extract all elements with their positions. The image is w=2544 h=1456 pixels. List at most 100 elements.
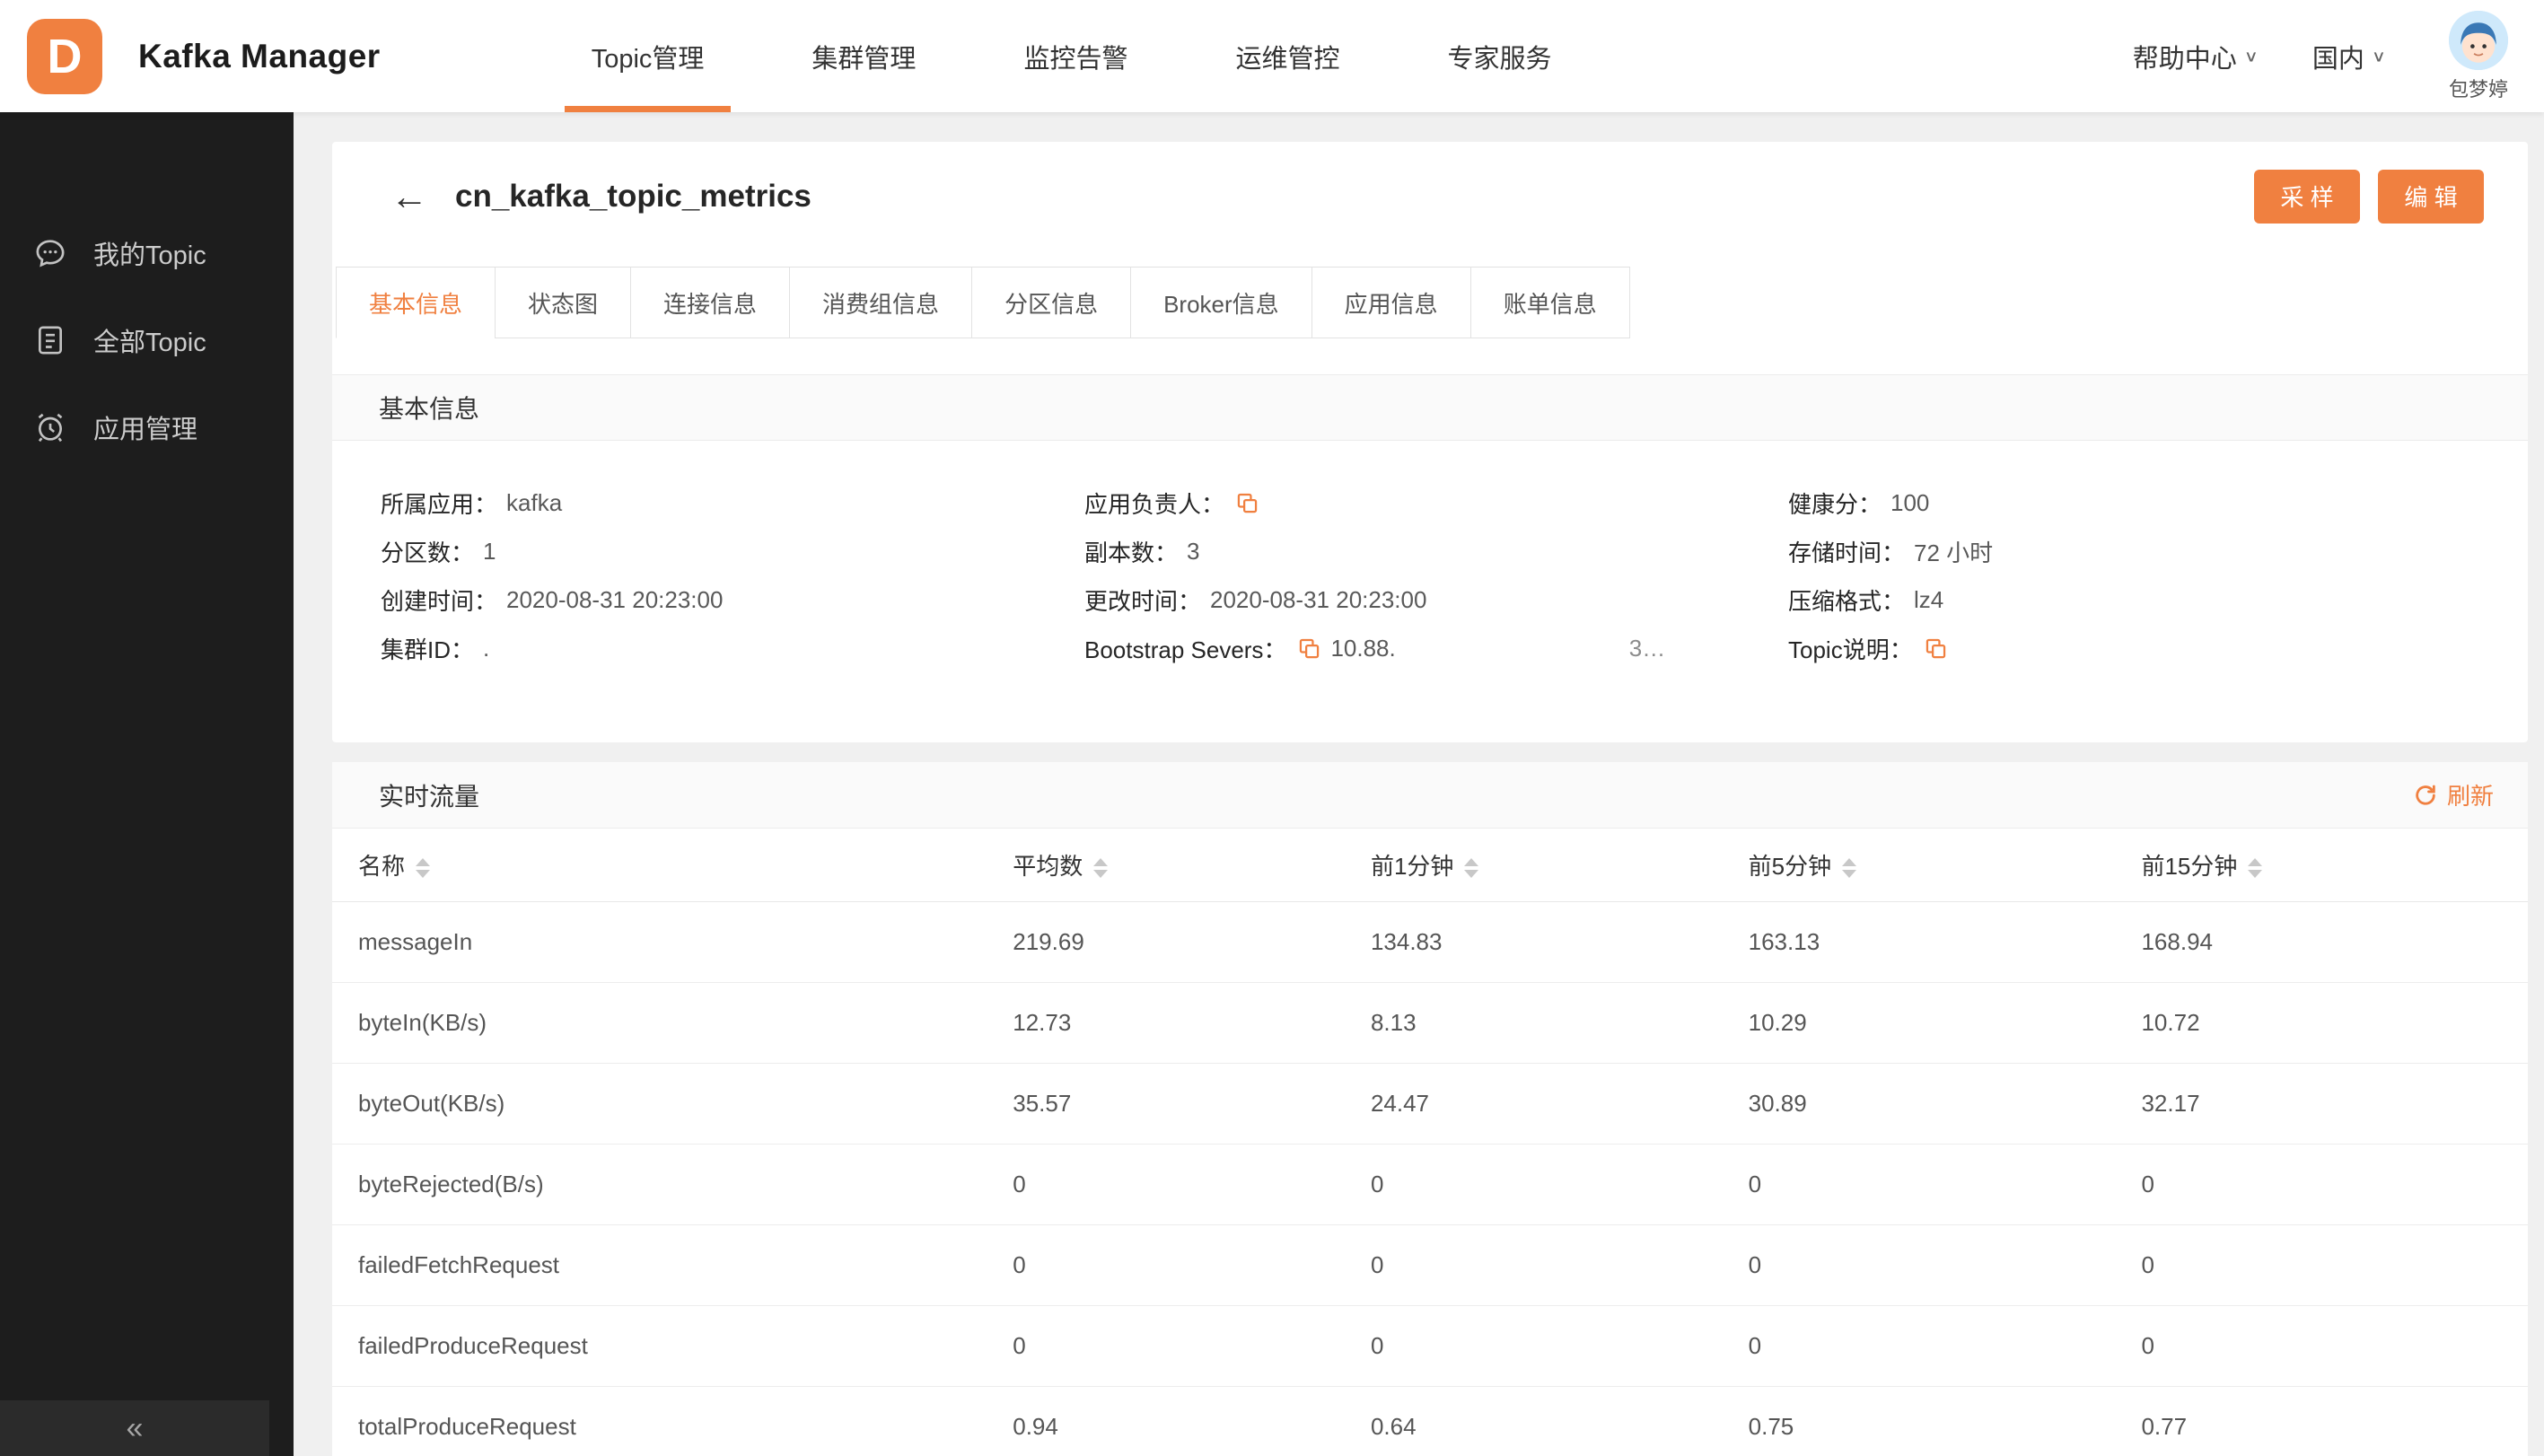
table-cell: byteOut(KB/s) xyxy=(332,1063,1013,1145)
region-label: 国内 xyxy=(2312,44,2364,74)
sidebar-items: 我的Topic 全部Topic 应用管理 xyxy=(0,112,294,470)
table-cell: 0 xyxy=(1748,1305,2142,1387)
info-field-value: 3 xyxy=(1187,537,1200,565)
info-field-value: 100 xyxy=(1890,488,1930,516)
info-field-label: 集群ID： xyxy=(381,636,475,663)
table-cell: 0 xyxy=(1013,1224,1371,1306)
sidebar-item[interactable]: 全部Topic xyxy=(0,296,294,383)
sort-icon[interactable] xyxy=(416,857,431,878)
refresh-button[interactable]: 刷新 xyxy=(2413,778,2494,811)
table-cell: 0.77 xyxy=(2141,1386,2528,1456)
help-center-menu[interactable]: 帮助中心 ∨ xyxy=(2133,38,2259,75)
sidebar-item[interactable]: 应用管理 xyxy=(0,383,294,470)
sidebar-item-label: 应用管理 xyxy=(93,415,198,444)
info-field-value: 2020-08-31 20:23:00 xyxy=(1210,585,1427,613)
chevron-down-icon: ∨ xyxy=(2371,47,2386,66)
info-field-label: 应用负责人： xyxy=(1084,490,1225,518)
copy-icon[interactable] xyxy=(1924,636,1948,661)
column-header: 平均数 xyxy=(1013,829,1371,902)
avatar[interactable] xyxy=(2448,10,2508,70)
topic-detail-card: ← cn_kafka_topic_metrics 采 样 编 辑 基本信息 状态图… xyxy=(332,142,2528,742)
table-cell: 10.72 xyxy=(2141,982,2528,1064)
refresh-label: 刷新 xyxy=(2446,783,2494,810)
table-cell: 0.94 xyxy=(1013,1386,1371,1456)
edit-button[interactable]: 编 辑 xyxy=(2378,169,2484,224)
chat-icon xyxy=(32,235,68,271)
sort-icon[interactable] xyxy=(1464,857,1479,878)
nav-item[interactable]: 运维管控 xyxy=(1181,0,1393,112)
refresh-icon xyxy=(2416,785,2435,805)
table-cell: 0 xyxy=(1370,1305,1749,1387)
sidebar-collapse-toggle[interactable]: « xyxy=(0,1400,269,1456)
sample-button[interactable]: 采 样 xyxy=(2254,169,2360,224)
info-field-label: 副本数： xyxy=(1084,539,1179,566)
doc-icon xyxy=(32,322,68,358)
info-field-value: lz4 xyxy=(1914,585,1944,613)
column-header: 名称 xyxy=(332,829,1013,902)
table-cell: 0.75 xyxy=(1748,1386,2142,1456)
table-row: messageIn 219.69 134.83 163.13 168.94 xyxy=(332,901,2528,983)
copy-icon[interactable] xyxy=(1297,636,1321,661)
table-cell: 24.47 xyxy=(1370,1063,1749,1145)
table-row: byteIn(KB/s) 12.73 8.13 10.29 10.72 xyxy=(332,982,2528,1064)
nav-item[interactable]: 监控告警 xyxy=(969,0,1181,112)
info-field-label: 存储时间： xyxy=(1788,539,1906,566)
table-cell: 0 xyxy=(1370,1224,1749,1306)
table-cell: 0 xyxy=(2141,1305,2528,1387)
info-field: Bootstrap Severs： 10.88. 3… xyxy=(1084,632,1788,665)
region-select[interactable]: 国内 ∨ xyxy=(2312,38,2386,75)
tab-状态图[interactable]: 状态图 xyxy=(495,267,632,338)
table-row: failedFetchRequest 0 0 0 0 xyxy=(332,1224,2528,1306)
table-cell: 219.69 xyxy=(1013,901,1371,983)
tab-消费组信息[interactable]: 消费组信息 xyxy=(789,267,973,338)
page-title: cn_kafka_topic_metrics xyxy=(455,178,811,214)
user-menu[interactable]: 包梦婷 xyxy=(2448,10,2508,102)
sort-icon[interactable] xyxy=(1842,857,1857,878)
table-cell: failedProduceRequest xyxy=(332,1305,1013,1387)
table-cell: 32.17 xyxy=(2141,1063,2528,1145)
sort-icon[interactable] xyxy=(1093,857,1109,878)
metrics-table-body: messageIn 219.69 134.83 163.13 168.94 byteIn(… xyxy=(332,901,2528,1456)
tab-账单信息[interactable]: 账单信息 xyxy=(1469,267,1630,338)
copy-icon[interactable] xyxy=(1235,491,1259,515)
table-cell: 0 xyxy=(2141,1224,2528,1306)
info-field-label: 健康分： xyxy=(1788,490,1882,518)
basic-info-section-title: 基本信息 xyxy=(379,395,480,423)
table-cell: byteRejected(B/s) xyxy=(332,1144,1013,1225)
table-cell: 30.89 xyxy=(1748,1063,2142,1145)
table-cell: 163.13 xyxy=(1748,901,2142,983)
top-header: D Kafka Manager Topic管理 集群管理 监控告警 运维管控 专家服务 … xyxy=(0,0,2544,112)
table-cell: totalProduceRequest xyxy=(332,1386,1013,1456)
sidebar-item[interactable]: 我的Topic xyxy=(0,209,294,296)
table-cell: 10.29 xyxy=(1748,982,2142,1064)
nav-item[interactable]: 集群管理 xyxy=(758,0,969,112)
detail-tabs: 基本信息 状态图 连接信息 消费组信息 分区信息 Broker信息 应用信息 账单信息 xyxy=(332,267,2528,338)
tab-应用信息[interactable]: 应用信息 xyxy=(1311,267,1471,338)
chevron-down-icon: ∨ xyxy=(2243,47,2259,66)
column-header: 前15分钟 xyxy=(2141,829,2528,902)
table-cell: 0.64 xyxy=(1370,1386,1749,1456)
alarm-icon xyxy=(32,409,68,445)
realtime-section-title: 实时流量 xyxy=(379,782,480,811)
back-arrow-icon[interactable]: ← xyxy=(390,177,428,215)
info-field-label: Bootstrap Severs： xyxy=(1084,636,1287,663)
nav-item[interactable]: Topic管理 xyxy=(538,0,759,112)
table-cell: 0 xyxy=(1013,1144,1371,1225)
sort-icon[interactable] xyxy=(2248,857,2263,878)
nav-item[interactable]: 专家服务 xyxy=(1393,0,1605,112)
top-right: 帮助中心 ∨ 国内 ∨ 包梦婷 xyxy=(2133,10,2508,102)
tab-基本信息[interactable]: 基本信息 xyxy=(336,267,496,338)
table-cell: 8.13 xyxy=(1370,982,1749,1064)
table-cell: failedFetchRequest xyxy=(332,1224,1013,1306)
tab-Broker信息[interactable]: Broker信息 xyxy=(1130,267,1312,338)
tab-分区信息[interactable]: 分区信息 xyxy=(971,267,1132,338)
tab-连接信息[interactable]: 连接信息 xyxy=(630,267,791,338)
table-cell: messageIn xyxy=(332,901,1013,983)
info-field: 更改时间： 2020-08-31 20:23:00 xyxy=(1084,583,1788,617)
info-field-value: . xyxy=(483,634,490,662)
sidebar: 我的Topic 全部Topic 应用管理 « xyxy=(0,112,294,1456)
info-field-value: 2020-08-31 20:23:00 xyxy=(506,585,724,613)
table-row: failedProduceRequest 0 0 0 0 xyxy=(332,1305,2528,1387)
info-field-value: 72 小时 xyxy=(1914,539,1994,566)
realtime-section-bar: 实时流量 刷新 xyxy=(332,762,2528,829)
